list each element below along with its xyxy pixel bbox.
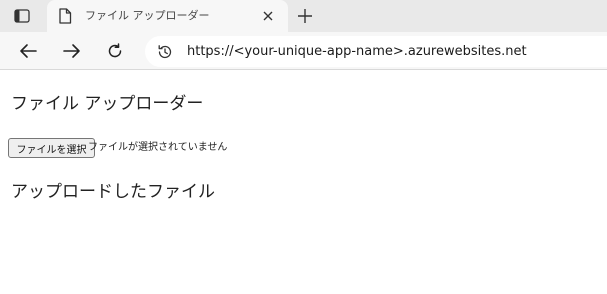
uploaded-files-heading: アップロードしたファイル: [11, 182, 215, 202]
page-title: ファイル アップローダー: [11, 94, 204, 114]
browser-toolbar: https://<your-unique-app-name>.azurewebs…: [0, 32, 607, 70]
tab-title: ファイル アップローダー: [85, 9, 210, 22]
choose-file-button[interactable]: ファイルを選択: [8, 138, 95, 158]
page-content: ファイル アップローダー ファイルを選択 ファイルが選択されていません アップロ…: [0, 71, 607, 294]
tab-strip: ファイル アップローダー: [0, 0, 607, 32]
forward-arrow-icon[interactable]: [61, 40, 83, 62]
tab-actions-icon[interactable]: [9, 5, 35, 27]
url-text[interactable]: https://<your-unique-app-name>.azurewebs…: [187, 44, 527, 60]
refresh-icon[interactable]: [104, 40, 126, 62]
document-icon: [58, 8, 72, 24]
active-tab[interactable]: ファイル アップローダー: [47, 0, 288, 32]
file-status-text: ファイルが選択されていません: [88, 142, 228, 153]
address-bar[interactable]: https://<your-unique-app-name>.azurewebs…: [145, 36, 607, 67]
close-tab-icon[interactable]: [261, 9, 275, 23]
new-tab-icon[interactable]: [295, 6, 315, 26]
back-arrow-icon[interactable]: [17, 40, 39, 62]
history-clock-icon[interactable]: [157, 44, 173, 60]
